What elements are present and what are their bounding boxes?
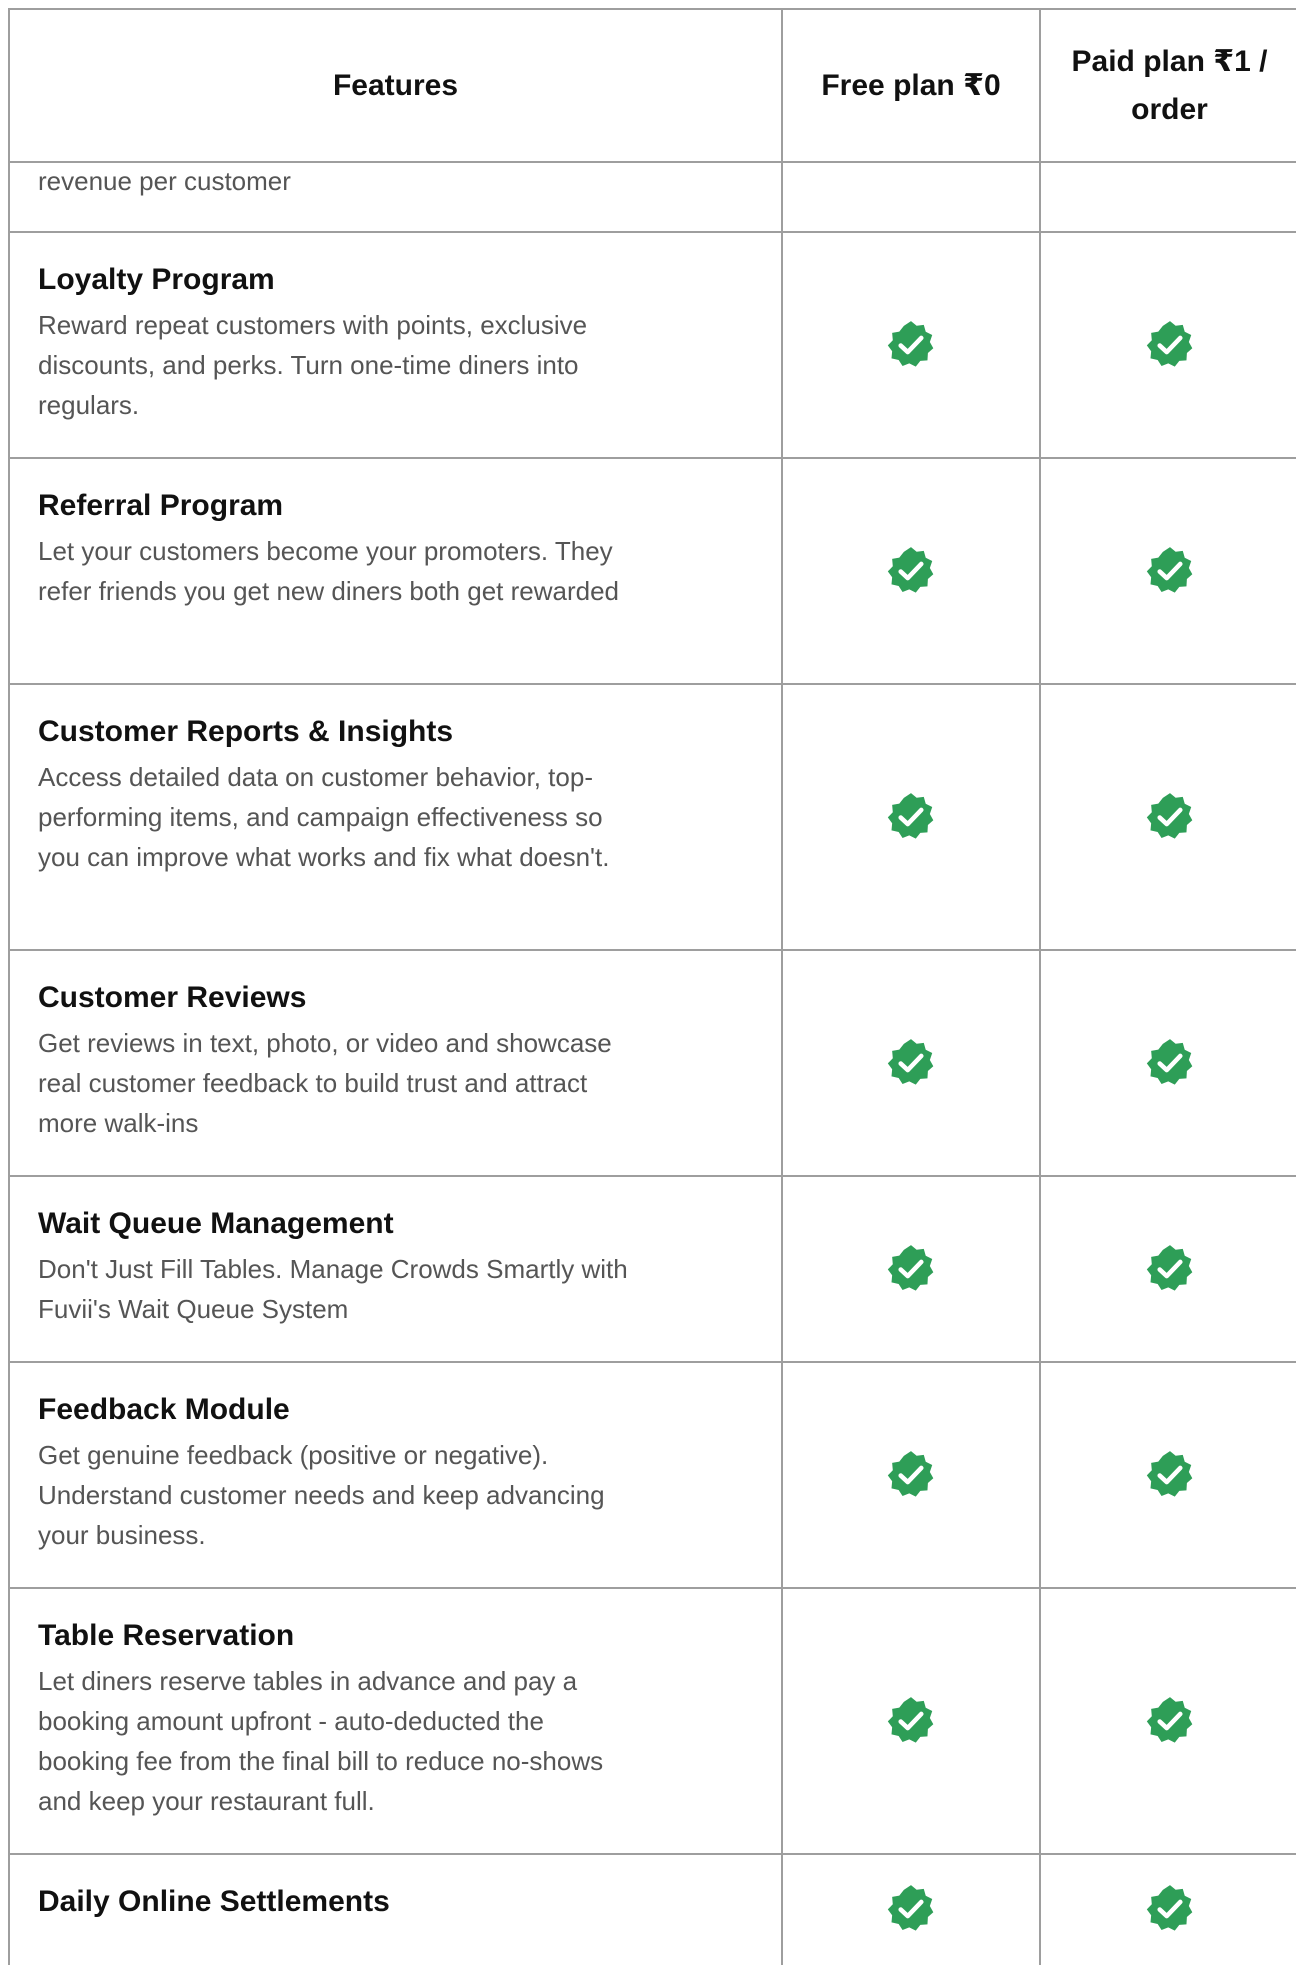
verified-check-badge-icon xyxy=(1144,1883,1196,1935)
feature-cell: Referral Program Let your customers beco… xyxy=(10,459,783,683)
free-plan-cell xyxy=(783,1855,1041,1965)
verified-check-badge-icon xyxy=(1144,319,1196,371)
table-row-referral-program: Referral Program Let your customers beco… xyxy=(10,459,1296,685)
free-plan-cell xyxy=(783,685,1041,949)
feature-cell: Wait Queue Management Don't Just Fill Ta… xyxy=(10,1177,783,1361)
feature-name: Wait Queue Management xyxy=(38,1207,394,1240)
paid-plan-cell xyxy=(1041,951,1296,1175)
verified-check-badge-icon xyxy=(885,545,937,597)
free-plan-cell xyxy=(783,163,1041,231)
table-row-wait-queue: Wait Queue Management Don't Just Fill Ta… xyxy=(10,1177,1296,1363)
verified-check-badge-icon xyxy=(1144,1243,1196,1295)
feature-description: Let your customers become your promoters… xyxy=(38,536,620,606)
table-row-feedback-module: Feedback Module Get genuine feedback (po… xyxy=(10,1363,1296,1589)
paid-plan-cell xyxy=(1041,459,1296,683)
header-free-plan: Free plan ₹0 xyxy=(783,10,1041,161)
feature-description: Access detailed data on customer behavio… xyxy=(38,762,610,872)
feature-description: revenue per customer xyxy=(38,166,291,196)
verified-check-badge-icon xyxy=(1144,545,1196,597)
paid-plan-cell xyxy=(1041,1855,1296,1965)
free-plan-cell xyxy=(783,1363,1041,1587)
feature-cell: Customer Reviews Get reviews in text, ph… xyxy=(10,951,783,1175)
paid-plan-cell xyxy=(1041,1589,1296,1853)
verified-check-badge-icon xyxy=(1144,1037,1196,1089)
verified-check-badge-icon xyxy=(1144,791,1196,843)
free-plan-cell xyxy=(783,459,1041,683)
feature-name: Referral Program xyxy=(38,489,284,522)
verified-check-badge-icon xyxy=(885,791,937,843)
feature-cell: Loyalty Program Reward repeat customers … xyxy=(10,233,783,457)
verified-check-badge-icon xyxy=(885,319,937,371)
pricing-comparison-table: Features Free plan ₹0 Paid plan ₹1 / ord… xyxy=(8,8,1296,1965)
free-plan-cell xyxy=(783,1177,1041,1361)
feature-cell: Table Reservation Let diners reserve tab… xyxy=(10,1589,783,1853)
table-header-row: Features Free plan ₹0 Paid plan ₹1 / ord… xyxy=(10,10,1296,163)
table-row-partial: revenue per customer xyxy=(10,163,1296,233)
table-row-daily-settlements: Daily Online Settlements xyxy=(10,1855,1296,1965)
header-paid-plan: Paid plan ₹1 / order xyxy=(1041,10,1296,161)
feature-description: Reward repeat customers with points, exc… xyxy=(38,310,588,420)
verified-check-badge-icon xyxy=(885,1243,937,1295)
verified-check-badge-icon xyxy=(885,1695,937,1747)
table-row-customer-reports: Customer Reports & Insights Access detai… xyxy=(10,685,1296,951)
paid-plan-cell xyxy=(1041,233,1296,457)
table-row-customer-reviews: Customer Reviews Get reviews in text, ph… xyxy=(10,951,1296,1177)
feature-name: Feedback Module xyxy=(38,1393,290,1426)
paid-plan-cell xyxy=(1041,685,1296,949)
feature-cell: Feedback Module Get genuine feedback (po… xyxy=(10,1363,783,1587)
feature-description: Get genuine feedback (positive or negati… xyxy=(38,1440,605,1550)
paid-plan-cell xyxy=(1041,163,1296,231)
header-features: Features xyxy=(10,10,783,161)
paid-plan-cell xyxy=(1041,1177,1296,1361)
free-plan-cell xyxy=(783,233,1041,457)
verified-check-badge-icon xyxy=(1144,1449,1196,1501)
verified-check-badge-icon xyxy=(885,1883,937,1935)
feature-description: Get reviews in text, photo, or video and… xyxy=(38,1028,612,1138)
free-plan-cell xyxy=(783,1589,1041,1853)
feature-cell: Daily Online Settlements xyxy=(10,1855,783,1965)
paid-plan-cell xyxy=(1041,1363,1296,1587)
table-row-table-reservation: Table Reservation Let diners reserve tab… xyxy=(10,1589,1296,1855)
feature-description: Don't Just Fill Tables. Manage Crowds Sm… xyxy=(38,1254,628,1324)
verified-check-badge-icon xyxy=(1144,1695,1196,1747)
feature-name: Table Reservation xyxy=(38,1619,295,1652)
table-row-loyalty-program: Loyalty Program Reward repeat customers … xyxy=(10,233,1296,459)
feature-name: Customer Reviews xyxy=(38,981,307,1014)
feature-description: Let diners reserve tables in advance and… xyxy=(38,1666,604,1816)
feature-name: Loyalty Program xyxy=(38,263,275,296)
feature-name: Customer Reports & Insights xyxy=(38,715,454,748)
feature-cell: Customer Reports & Insights Access detai… xyxy=(10,685,783,949)
feature-name: Daily Online Settlements xyxy=(38,1885,390,1918)
free-plan-cell xyxy=(783,951,1041,1175)
feature-cell: revenue per customer xyxy=(10,163,783,231)
verified-check-badge-icon xyxy=(885,1037,937,1089)
verified-check-badge-icon xyxy=(885,1449,937,1501)
